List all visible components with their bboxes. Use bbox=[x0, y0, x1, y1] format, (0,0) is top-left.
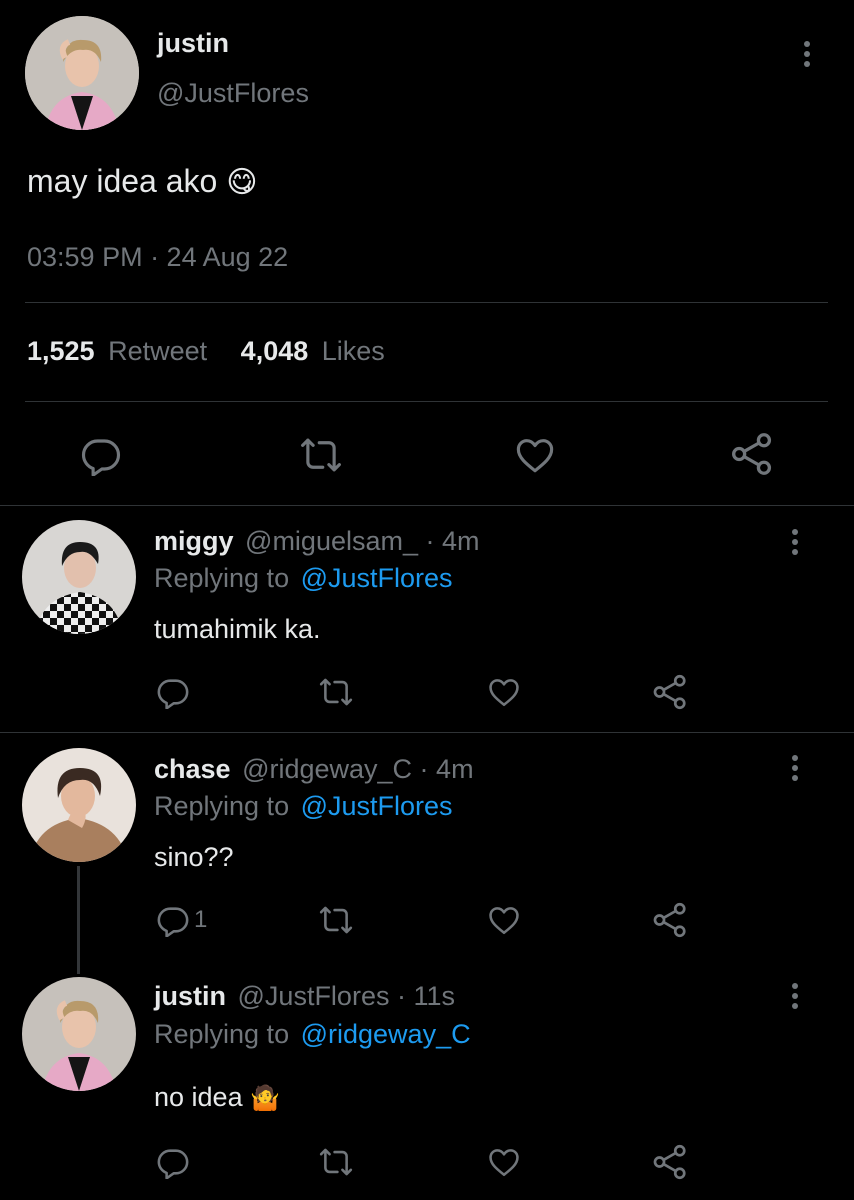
share-button[interactable] bbox=[652, 1144, 688, 1180]
more-icon bbox=[792, 981, 798, 1011]
avatar[interactable] bbox=[25, 16, 139, 130]
more-options-button[interactable] bbox=[780, 522, 810, 562]
avatar[interactable] bbox=[22, 977, 136, 1091]
thread-line bbox=[77, 866, 80, 974]
like-button[interactable] bbox=[486, 903, 522, 937]
share-button[interactable] bbox=[730, 432, 774, 476]
replying-to-label: Replying to bbox=[154, 791, 290, 821]
retweet-icon bbox=[299, 434, 343, 476]
avatar[interactable] bbox=[22, 520, 136, 634]
tweet-text-body: may idea ako bbox=[27, 163, 218, 199]
more-icon bbox=[792, 753, 798, 783]
reply-button[interactable]: 1 bbox=[156, 903, 207, 937]
replying-to-label: Replying to bbox=[154, 1019, 290, 1049]
divider bbox=[25, 401, 828, 402]
replying-to: Replying to @JustFlores bbox=[154, 563, 453, 594]
reply-text: no idea 🤷 bbox=[154, 1082, 280, 1113]
emoji: 😋 bbox=[226, 166, 258, 199]
reply-button[interactable] bbox=[156, 1145, 190, 1179]
like-button[interactable] bbox=[486, 1145, 522, 1179]
like-label[interactable]: Likes bbox=[322, 336, 385, 366]
more-options-button[interactable] bbox=[792, 34, 822, 74]
timestamp[interactable]: 03:59 PM · 24 Aug 22 bbox=[27, 242, 288, 273]
replying-to: Replying to @JustFlores bbox=[154, 791, 453, 822]
retweet-icon bbox=[318, 1145, 354, 1179]
share-icon bbox=[652, 902, 688, 938]
replying-to: Replying to @ridgeway_C bbox=[154, 1019, 471, 1050]
more-options-button[interactable] bbox=[780, 748, 810, 788]
share-button[interactable] bbox=[652, 674, 688, 710]
reply-icon bbox=[156, 1145, 190, 1179]
share-icon bbox=[652, 1144, 688, 1180]
reply-author-name[interactable]: justin bbox=[154, 981, 226, 1011]
replying-to-label: Replying to bbox=[154, 563, 290, 593]
divider bbox=[25, 302, 828, 303]
retweet-button[interactable] bbox=[299, 434, 343, 476]
heart-icon bbox=[486, 675, 522, 709]
retweet-button[interactable] bbox=[318, 1145, 354, 1179]
more-icon bbox=[792, 527, 798, 557]
divider bbox=[0, 505, 854, 506]
heart-icon bbox=[486, 903, 522, 937]
replying-to-link[interactable]: @JustFlores bbox=[301, 791, 453, 821]
share-icon bbox=[652, 674, 688, 710]
retweet-count[interactable]: 1,525 bbox=[27, 336, 95, 366]
tweet-text: may idea ako 😋 bbox=[27, 163, 258, 200]
retweet-button[interactable] bbox=[318, 675, 354, 709]
reply-text: sino?? bbox=[154, 842, 234, 872]
divider bbox=[0, 732, 854, 733]
heart-icon bbox=[513, 434, 557, 476]
reply-handle-time[interactable]: @miguelsam_ · 4m bbox=[245, 526, 479, 556]
reply-header: miggy @miguelsam_ · 4m bbox=[154, 526, 480, 557]
share-icon bbox=[730, 432, 774, 476]
emoji: 🤷 bbox=[250, 1085, 280, 1112]
tweet-stats: 1,525 Retweet 4,048 Likes bbox=[27, 336, 385, 367]
replying-to-link[interactable]: @ridgeway_C bbox=[301, 1019, 471, 1049]
retweet-icon bbox=[318, 675, 354, 709]
reply-header: justin @JustFlores · 11s bbox=[154, 981, 455, 1012]
reply-text: tumahimik ka. bbox=[154, 614, 321, 644]
reply-header: chase @ridgeway_C · 4m bbox=[154, 754, 474, 785]
reply-author-name[interactable]: miggy bbox=[154, 526, 234, 556]
like-button[interactable] bbox=[486, 675, 522, 709]
reply-icon bbox=[156, 903, 190, 937]
reply-author-name[interactable]: chase bbox=[154, 754, 231, 784]
reply-handle-time[interactable]: @JustFlores · 11s bbox=[238, 981, 455, 1011]
author-handle[interactable]: @JustFlores bbox=[157, 78, 309, 109]
reply-handle-time[interactable]: @ridgeway_C · 4m bbox=[242, 754, 473, 784]
heart-icon bbox=[486, 1145, 522, 1179]
reply-button[interactable] bbox=[156, 675, 190, 709]
like-button[interactable] bbox=[513, 434, 557, 476]
more-icon bbox=[804, 39, 810, 69]
share-button[interactable] bbox=[652, 902, 688, 938]
replying-to-link[interactable]: @JustFlores bbox=[301, 563, 453, 593]
retweet-label[interactable]: Retweet bbox=[108, 336, 207, 366]
like-count[interactable]: 4,048 bbox=[241, 336, 309, 366]
author-name[interactable]: justin bbox=[157, 28, 229, 59]
reply-icon bbox=[156, 675, 190, 709]
reply-count: 1 bbox=[194, 906, 208, 933]
reply-text-body: no idea bbox=[154, 1082, 243, 1112]
retweet-button[interactable] bbox=[318, 903, 354, 937]
reply-button[interactable] bbox=[80, 434, 122, 476]
reply-icon bbox=[80, 434, 122, 476]
more-options-button[interactable] bbox=[780, 976, 810, 1016]
retweet-icon bbox=[318, 903, 354, 937]
avatar[interactable] bbox=[22, 748, 136, 862]
